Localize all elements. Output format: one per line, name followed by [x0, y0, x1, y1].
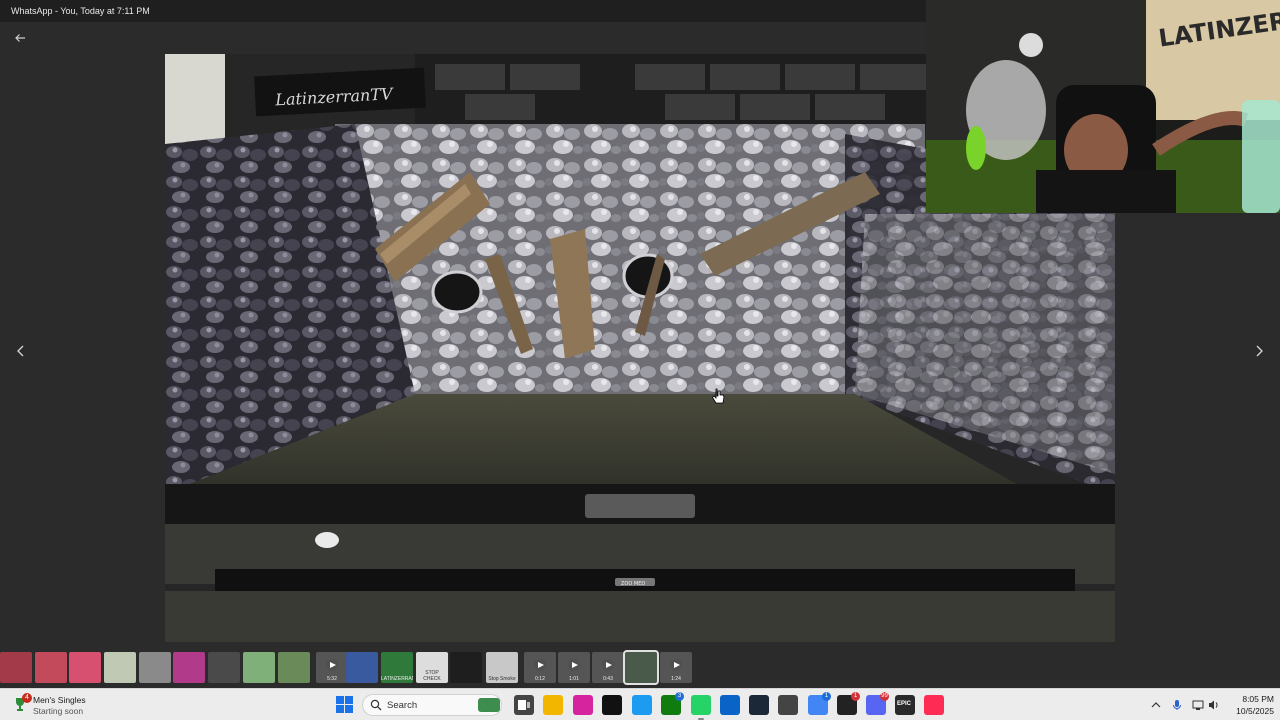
image-thumbnail[interactable] — [139, 652, 171, 683]
image-thumbnail[interactable] — [35, 652, 67, 683]
arrow-left-icon — [15, 34, 25, 42]
image-thumbnail[interactable]: Stop Smoke — [486, 652, 518, 683]
thumbnail-label: 1:01 — [569, 676, 579, 682]
image-thumbnail[interactable] — [243, 652, 275, 683]
image-thumbnail[interactable] — [69, 652, 101, 683]
thumbnail-label: 1:24 — [671, 676, 681, 682]
thumbnail-label: 0:43 — [603, 676, 613, 682]
chrome-icon[interactable]: 1 — [808, 692, 831, 715]
game-icon[interactable] — [778, 695, 798, 715]
webcam-feed: LATINZER — [926, 0, 1280, 213]
file-explorer-icon[interactable] — [543, 695, 563, 715]
volume-icon[interactable] — [1208, 699, 1220, 711]
xbox-icon[interactable]: 3 — [661, 692, 684, 715]
video-thumbnail[interactable]: 0:12 — [524, 652, 556, 683]
app-badge: 1 — [822, 692, 831, 701]
thumbnail-label: STOP CHECK — [423, 670, 441, 682]
notification-title: Men's Singles — [33, 695, 86, 705]
chevron-right-icon — [1256, 345, 1263, 357]
network-icon[interactable] — [1192, 699, 1204, 711]
app-icon[interactable]: 1 — [837, 692, 860, 715]
whatsapp-icon[interactable] — [691, 695, 711, 720]
sports-notification[interactable]: 4 Men's Singles Starting soon — [10, 692, 120, 718]
image-thumbnail[interactable] — [0, 652, 32, 683]
next-photo-button[interactable] — [1251, 342, 1267, 362]
image-thumbnail[interactable] — [208, 652, 240, 683]
play-icon — [572, 662, 578, 668]
twitter-icon[interactable] — [632, 695, 652, 715]
task-view-icon — [518, 700, 530, 710]
photo-viewer-window: WhatsApp - You, Today at 7:11 PM Latinze… — [0, 0, 1280, 688]
chevron-up-icon[interactable] — [1150, 699, 1162, 711]
search-icon — [370, 699, 382, 711]
notification-subtitle: Starting soon — [33, 706, 84, 716]
tiktok-live-icon[interactable] — [924, 695, 944, 715]
image-thumbnail[interactable] — [450, 652, 482, 683]
image-thumbnail[interactable]: STOP CHECK — [416, 652, 448, 683]
webcam-overlay: LATINZER — [926, 0, 1280, 213]
hand-cursor-icon — [711, 388, 725, 404]
play-icon — [606, 662, 612, 668]
task-view-button[interactable] — [514, 695, 534, 715]
previous-photo-button[interactable] — [13, 342, 29, 362]
video-thumbnail[interactable]: 0:43 — [592, 652, 624, 683]
play-icon — [330, 662, 336, 668]
play-icon — [538, 662, 544, 668]
play-icon — [674, 662, 680, 668]
search-highlight-image — [478, 698, 500, 712]
image-thumbnail[interactable] — [346, 652, 378, 683]
instagram-icon[interactable] — [573, 695, 593, 715]
chevron-left-icon — [17, 345, 24, 357]
image-thumbnail[interactable] — [623, 650, 659, 685]
epic-label: EPIC — [897, 701, 912, 707]
discord-icon[interactable]: 99 — [866, 692, 889, 715]
video-thumbnail[interactable]: 1:01 — [558, 652, 590, 683]
back-button[interactable] — [11, 30, 29, 46]
notification-badge: 4 — [22, 693, 32, 703]
steam-icon[interactable] — [749, 695, 769, 715]
taskbar: 4 Men's Singles Starting soon Search 3 1 1… — [0, 688, 1280, 720]
thumbnail-label: 0:12 — [535, 676, 545, 682]
app-badge: 1 — [851, 692, 860, 701]
taskbar-search-box[interactable]: Search — [362, 694, 502, 716]
app-badge: 3 — [675, 692, 684, 701]
clock-date: 10/5/2025 — [1236, 706, 1274, 716]
video-thumbnail[interactable]: 1:24 — [660, 652, 692, 683]
windows-start-icon[interactable] — [336, 696, 353, 713]
app-badge: 99 — [880, 692, 889, 701]
image-thumbnail[interactable] — [173, 652, 205, 683]
thumbnail-label: LATINZERRAN — [381, 676, 413, 682]
photo-brand: ZOO MED — [621, 581, 645, 587]
image-thumbnail[interactable]: LATINZERRAN — [381, 652, 413, 683]
tiktok-icon[interactable] — [602, 695, 622, 715]
epic-games-icon[interactable]: EPIC — [895, 695, 915, 715]
microphone-icon[interactable] — [1171, 699, 1183, 711]
image-thumbnail[interactable] — [278, 652, 310, 683]
video-thumbnail[interactable]: 5:32 — [316, 652, 348, 683]
thumbnail-strip: 5:32 LATINZERRAN STOP CHECK Stop Smoke 0:12 1… — [0, 650, 1280, 686]
search-label: Search — [387, 700, 418, 711]
thumbnail-label: 5:32 — [327, 676, 337, 682]
image-thumbnail[interactable] — [104, 652, 136, 683]
system-clock[interactable]: 8:05 PM 10/5/2025 — [1224, 693, 1274, 717]
clock-time: 8:05 PM — [1242, 694, 1274, 704]
store-icon[interactable] — [720, 695, 740, 715]
thumbnail-label: Stop Smoke — [488, 676, 516, 682]
